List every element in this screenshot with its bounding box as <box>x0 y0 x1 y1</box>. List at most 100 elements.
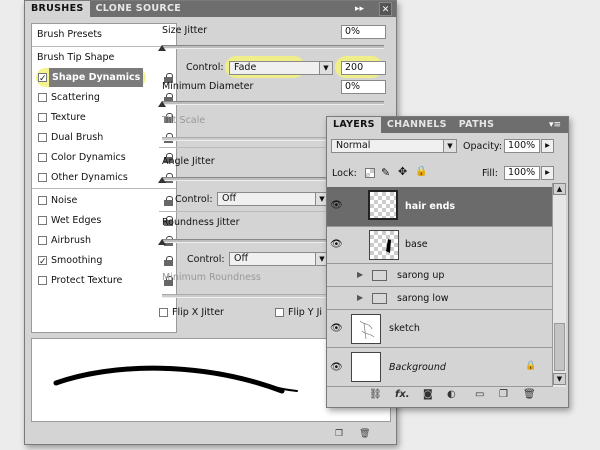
mask-icon[interactable]: ◙ <box>423 389 433 400</box>
checkbox[interactable] <box>38 133 47 142</box>
tab-layers[interactable]: LAYERS <box>327 117 381 133</box>
checkbox[interactable] <box>38 70 47 89</box>
size-control-select[interactable]: Fade ▼ <box>229 61 333 75</box>
layer-row-hair-ends[interactable]: 👁 hair ends <box>327 187 552 227</box>
layer-thumbnail <box>351 352 381 382</box>
flip-x-checkbox[interactable] <box>159 308 168 317</box>
scroll-down-button[interactable]: ▼ <box>553 373 566 385</box>
new-preset-icon[interactable]: ❐ <box>335 429 343 439</box>
roundness-control-select[interactable]: Off ▼ <box>229 252 329 266</box>
fill-slider-toggle[interactable]: ▸ <box>541 166 554 180</box>
slider-thumb[interactable] <box>158 239 166 245</box>
tilt-scale-label: Tilt Scale <box>162 115 206 126</box>
opacity-slider-toggle[interactable]: ▸ <box>541 139 554 153</box>
list-item-protect-texture[interactable]: Protect Texture <box>32 271 176 290</box>
list-item-texture[interactable]: Texture <box>32 108 176 127</box>
layer-row-base[interactable]: 👁 base <box>327 227 552 264</box>
fade-steps-input[interactable]: 200 <box>341 61 386 75</box>
tab-channels[interactable]: CHANNELS <box>381 117 453 133</box>
fx-icon[interactable]: fx. <box>395 389 410 400</box>
list-item-label: Brush Presets <box>37 29 103 40</box>
slider-thumb[interactable] <box>158 45 166 51</box>
list-item-noise[interactable]: Noise <box>32 191 176 210</box>
list-item-brush-tip-shape[interactable]: Brush Tip Shape <box>32 48 176 67</box>
scroll-up-button[interactable]: ▲ <box>553 183 566 195</box>
eye-icon[interactable]: 👁 <box>330 201 344 211</box>
eye-icon[interactable]: 👁 <box>330 363 344 373</box>
divider <box>32 188 176 189</box>
checkbox[interactable] <box>38 173 47 182</box>
layer-row-sarong-low[interactable]: ▶ sarong low <box>327 288 552 310</box>
eye-icon[interactable]: 👁 <box>330 240 344 250</box>
tab-clone-source[interactable]: CLONE SOURCE <box>90 1 188 17</box>
panel-menu-icon[interactable]: ▾≡ <box>549 118 561 132</box>
layer-row-sarong-up[interactable]: ▶ sarong up <box>327 265 552 287</box>
checkbox[interactable] <box>38 153 47 162</box>
chevron-down-icon[interactable]: ▼ <box>319 62 332 74</box>
opacity-label: Opacity: <box>463 141 503 152</box>
lock-all-icon[interactable]: 🔒 <box>415 166 427 177</box>
scroll-thumb[interactable] <box>554 323 565 371</box>
list-item-color-dynamics[interactable]: Color Dynamics <box>32 148 176 167</box>
layer-row-sketch[interactable]: 👁 sketch <box>327 311 552 348</box>
select-value: Normal <box>336 140 371 151</box>
checkbox[interactable] <box>38 196 47 205</box>
list-item-label: Smoothing <box>51 255 103 266</box>
min-roundness-label: Minimum Roundness <box>162 272 261 283</box>
list-item-other-dynamics[interactable]: Other Dynamics <box>32 168 176 187</box>
expand-arrow-icon[interactable]: ▶ <box>357 293 363 302</box>
lock-icon[interactable] <box>164 196 173 206</box>
flip-y-checkbox[interactable] <box>275 308 284 317</box>
checkbox[interactable] <box>38 93 47 102</box>
fill-input[interactable]: 100% <box>504 166 540 180</box>
tab-paths[interactable]: PATHS <box>453 117 500 133</box>
tab-brushes[interactable]: BRUSHES <box>25 1 90 17</box>
size-jitter-value[interactable]: 0% <box>341 25 386 39</box>
layer-thumbnail <box>368 190 398 220</box>
trash-icon[interactable]: 🗑 <box>359 429 370 439</box>
checkbox[interactable] <box>38 216 47 225</box>
list-item-airbrush[interactable]: Airbrush <box>32 231 176 250</box>
link-icon[interactable]: ⛓ <box>369 389 382 400</box>
group-icon[interactable]: ▭ <box>475 389 484 400</box>
checkbox[interactable] <box>38 236 47 245</box>
min-diameter-slider[interactable] <box>162 101 384 105</box>
new-layer-icon[interactable]: ❐ <box>499 389 508 400</box>
angle-control-label: Control: <box>175 194 213 205</box>
lock-transparency-icon[interactable] <box>365 168 375 178</box>
list-item-brush-presets[interactable]: Brush Presets <box>32 25 176 44</box>
layer-row-background[interactable]: 👁 Background 🔒 <box>327 349 552 387</box>
expand-arrow-icon[interactable]: ▶ <box>357 270 363 279</box>
lock-icon: 🔒 <box>525 361 537 371</box>
chevron-down-icon[interactable]: ▼ <box>443 140 456 152</box>
opacity-input[interactable]: 100% <box>504 139 540 153</box>
layer-thumbnail <box>369 230 399 260</box>
panel-menu-icon[interactable]: ▸▸ <box>355 2 364 16</box>
trash-icon[interactable]: 🗑 <box>523 389 536 400</box>
adjustment-icon[interactable]: ◐ <box>447 389 456 400</box>
list-item-wet-edges[interactable]: Wet Edges <box>32 211 176 230</box>
checkbox[interactable] <box>38 253 47 272</box>
checkbox[interactable] <box>38 113 47 122</box>
size-jitter-slider[interactable] <box>162 45 384 49</box>
lock-image-icon[interactable]: ✎ <box>381 166 390 179</box>
list-item-scattering[interactable]: Scattering <box>32 88 176 107</box>
close-icon[interactable]: ✕ <box>379 2 392 16</box>
list-item-label: Airbrush <box>51 235 91 246</box>
list-item-smoothing[interactable]: Smoothing <box>32 251 176 272</box>
lock-position-icon[interactable]: ✥ <box>398 165 407 178</box>
slider-thumb[interactable] <box>158 177 166 183</box>
min-diameter-label: Minimum Diameter <box>162 81 254 92</box>
eye-icon[interactable]: 👁 <box>330 324 344 334</box>
layers-scrollbar[interactable]: ▲ ▼ <box>552 183 566 387</box>
angle-control-select[interactable]: Off ▼ <box>217 192 329 206</box>
list-item-label: Scattering <box>51 92 100 103</box>
min-diameter-value[interactable]: 0% <box>341 80 386 94</box>
checkbox[interactable] <box>38 276 47 285</box>
list-item-label: Brush Tip Shape <box>37 52 115 63</box>
lock-icon[interactable] <box>164 256 173 266</box>
blend-mode-select[interactable]: Normal ▼ <box>331 139 457 153</box>
list-item-shape-dynamics[interactable]: Shape Dynamics <box>32 68 176 89</box>
list-item-dual-brush[interactable]: Dual Brush <box>32 128 176 147</box>
slider-thumb[interactable] <box>158 101 166 107</box>
